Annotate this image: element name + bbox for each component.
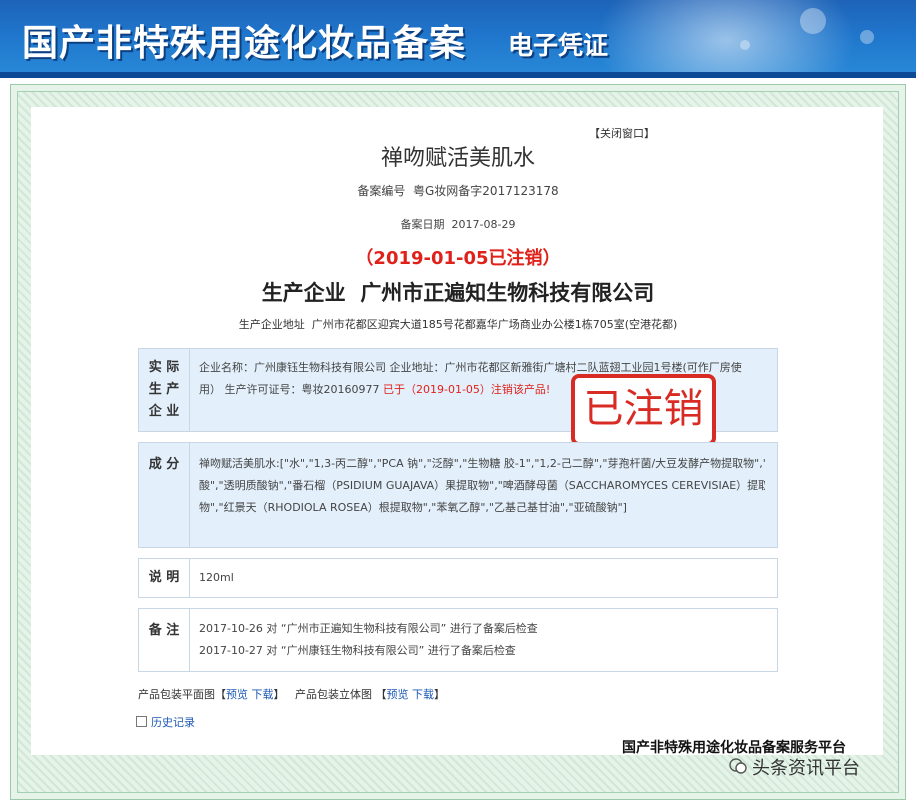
history-label: 历史记录: [151, 716, 195, 729]
banner-stripe: [0, 72, 916, 78]
solid-download-link[interactable]: 下载: [412, 688, 434, 701]
ingredients-line: 禅吻赋活美肌水:["水","1,3-丙二醇","PCA 钠","泛醇","生物糖…: [199, 457, 765, 470]
producer-row: 生产企业 广州市正遍知生物科技有限公司: [0, 277, 916, 307]
wechat-icon: [729, 758, 747, 774]
header-banner: 国产非特殊用途化妆品备案 电子凭证: [0, 0, 916, 78]
producer-address-value: 广州市花都区迎宾大道185号花都嘉华广场商业办公楼1栋705室(空港花都): [311, 318, 678, 331]
license-info: 用） 生产许可证号：粤妆20160977: [199, 383, 383, 396]
record-number-value: 粤G妆网备字2017123178: [413, 184, 559, 198]
banner-bubble: [860, 30, 874, 44]
spec-value: 120ml: [199, 571, 234, 584]
remarks-label: 备 注: [139, 609, 190, 671]
banner-bubble: [740, 40, 750, 50]
flat-preview-link[interactable]: 预览: [226, 688, 248, 701]
package-downloads: 产品包装平面图【预览 下载】 产品包装立体图 【预览 下载】: [138, 688, 445, 701]
flat-package-label: 产品包装平面图: [138, 688, 215, 701]
history-icon: [136, 716, 147, 727]
actual-producer-label: 实 际 生 产 企 业: [139, 349, 190, 431]
remark-line: 2017-10-27 对 “广州康钰生物科技有限公司” 进行了备案后检查: [199, 644, 516, 657]
watermark-text: 头条资讯平台: [752, 758, 860, 779]
cancelled-stamp: 已注销: [571, 374, 716, 446]
ingredients-label: 成 分: [139, 443, 190, 547]
spec-section: 说 明 120ml: [138, 558, 778, 598]
record-number-label: 备案编号: [357, 184, 406, 198]
remark-line: 2017-10-26 对 “广州市正遍知生物科技有限公司” 进行了备案后检查: [199, 622, 538, 635]
flat-download-link[interactable]: 下载: [252, 688, 274, 701]
record-date-row: 备案日期 2017-08-29: [0, 216, 916, 232]
solid-preview-link[interactable]: 预览: [387, 688, 409, 701]
ingredients-content: 禅吻赋活美肌水:["水","1,3-丙二醇","PCA 钠","泛醇","生物糖…: [199, 453, 765, 519]
record-number-row: 备案编号 粤G妆网备字2017123178: [0, 182, 916, 199]
cancel-statement: 已于（2019-01-05）注销该产品!: [382, 383, 551, 396]
remarks-content: 2017-10-26 对 “广州市正遍知生物科技有限公司” 进行了备案后检查 2…: [199, 618, 765, 662]
ingredients-line: 物","红景天（RHODIOLA ROSEA）根提取物","苯氧乙醇","乙基己…: [199, 501, 627, 514]
banner-bubble: [800, 8, 826, 34]
product-name: 禅吻赋活美肌水: [380, 146, 535, 171]
record-date-value: 2017-08-29: [451, 218, 516, 231]
spec-label: 说 明: [139, 559, 190, 597]
banner-subtitle: 电子凭证: [508, 31, 609, 60]
remarks-section: 备 注 2017-10-26 对 “广州市正遍知生物科技有限公司” 进行了备案后…: [138, 608, 778, 672]
close-window-link[interactable]: 【关闭窗口】: [589, 125, 655, 141]
cancel-notice: （2019-01-05已注销）: [355, 248, 561, 269]
label-line: 企 业: [148, 404, 180, 419]
ingredients-line: 酸","透明质酸钠","番石榴（PSIDIUM GUAJAVA）果提取物","啤…: [199, 479, 765, 492]
solid-package-label: 产品包装立体图: [295, 688, 372, 701]
ingredients-section: 成 分 禅吻赋活美肌水:["水","1,3-丙二醇","PCA 钠","泛醇",…: [138, 442, 778, 548]
producer-name: 广州市正遍知生物科技有限公司: [360, 281, 655, 305]
banner-title: 国产非特殊用途化妆品备案: [22, 23, 467, 64]
label-line: 实 际: [148, 360, 180, 375]
label-line: 生 产: [148, 382, 180, 397]
history-link[interactable]: 历史记录: [136, 714, 195, 730]
producer-address-label: 生产企业地址: [238, 318, 305, 331]
producer-address-row: 生产企业地址 广州市花都区迎宾大道185号花都嘉华广场商业办公楼1栋705室(空…: [0, 316, 916, 332]
record-date-label: 备案日期: [400, 218, 445, 231]
producer-label: 生产企业: [261, 281, 346, 305]
